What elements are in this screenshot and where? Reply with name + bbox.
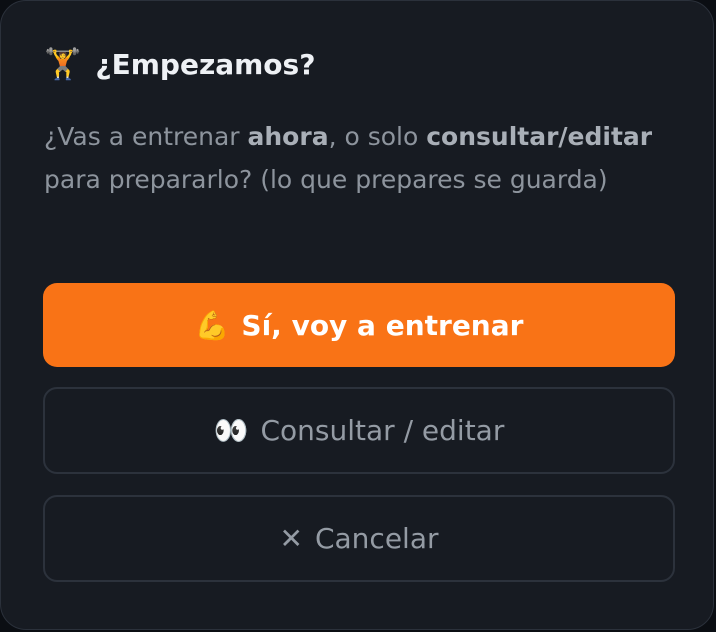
dialog-description: ¿Vas a entrenar ahora, o solo consultar/… xyxy=(44,115,680,201)
start-training-label: Sí, voy a entrenar xyxy=(241,308,524,342)
close-icon: ✕ xyxy=(279,522,303,555)
start-training-dialog: 🏋 ¿Empezamos? ¿Vas a entrenar ahora, o s… xyxy=(0,0,714,630)
consult-edit-button[interactable]: 👀 Consultar / editar xyxy=(43,387,675,474)
consult-edit-label: Consultar / editar xyxy=(260,414,505,447)
start-training-button[interactable]: 💪 Sí, voy a entrenar xyxy=(43,283,675,367)
description-emphasis-now: ahora xyxy=(247,122,329,151)
description-emphasis-consult-edit: consultar/editar xyxy=(426,122,653,151)
flexed-biceps-icon: 💪 xyxy=(194,308,230,342)
description-text-1: ¿Vas a entrenar xyxy=(44,122,248,151)
description-text-2: , o solo xyxy=(328,122,427,151)
cancel-button[interactable]: ✕ Cancelar xyxy=(43,495,675,582)
eyes-icon: 👀 xyxy=(213,414,249,447)
dialog-title: 🏋 ¿Empezamos? xyxy=(44,45,315,85)
cancel-label: Cancelar xyxy=(314,522,439,555)
dialog-title-text: ¿Empezamos? xyxy=(95,48,316,81)
description-text-3: para prepararlo? (lo que prepares se gua… xyxy=(44,165,608,194)
weightlifter-icon: 🏋 xyxy=(44,47,82,82)
